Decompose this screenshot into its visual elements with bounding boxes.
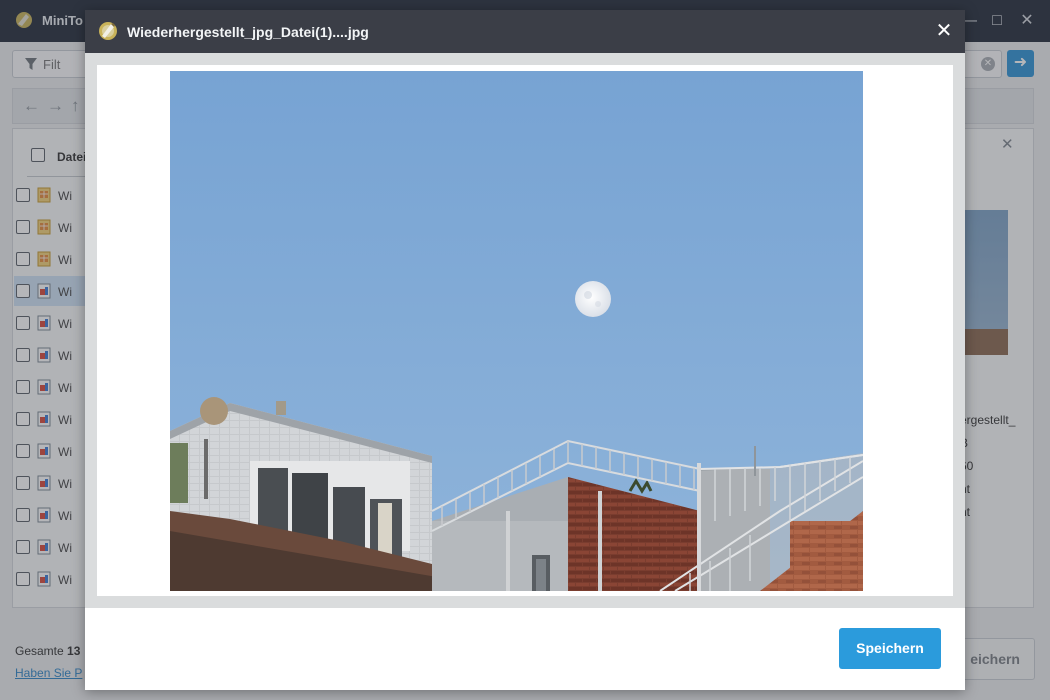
- preview-image: [170, 71, 863, 591]
- preview-area: [85, 53, 965, 608]
- preview-frame: [97, 65, 953, 596]
- dialog-title: Wiederhergestellt_jpg_Datei(1)....jpg: [127, 24, 369, 40]
- preview-dialog: Wiederhergestellt_jpg_Datei(1)....jpg ✕: [85, 10, 965, 690]
- close-icon[interactable]: ✕: [933, 20, 955, 42]
- app-logo-icon: [99, 22, 117, 40]
- save-button[interactable]: Speichern: [839, 628, 941, 669]
- dialog-titlebar: Wiederhergestellt_jpg_Datei(1)....jpg ✕: [85, 10, 965, 53]
